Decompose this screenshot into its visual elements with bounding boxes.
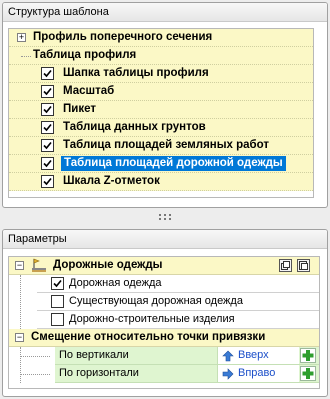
road-layers-icon: [31, 258, 47, 276]
checkbox-checked-icon[interactable]: [41, 103, 54, 116]
tree-item-label: Масштаб: [63, 85, 115, 97]
tree-line: [21, 56, 31, 57]
template-structure-title: Структура шаблона: [3, 3, 327, 22]
tree-line: [20, 275, 21, 329]
checkbox-checked-icon[interactable]: [41, 175, 54, 188]
tree-item-label: Шкала Z-отметок: [63, 175, 160, 187]
param-item-pavement[interactable]: Дорожная одежда: [37, 275, 319, 293]
param-item-label: Дорожно-строительные изделия: [69, 313, 235, 325]
right-arrow-icon: [222, 368, 234, 383]
tree-item-profile-section[interactable]: + Профиль поперечного сечения: [9, 29, 313, 47]
checkbox-checked-icon[interactable]: [41, 139, 54, 152]
tree-item-label: Профиль поперечного сечения: [33, 31, 213, 43]
group-pavements[interactable]: − Дорожные одежды: [9, 257, 319, 275]
parameters-title: Параметры: [3, 230, 327, 249]
group-offset[interactable]: − Смещение относительно точки привязки: [9, 329, 319, 347]
checkbox-unchecked-icon[interactable]: [51, 313, 64, 326]
add-plus-icon[interactable]: [300, 366, 316, 381]
tree-item-profile-table[interactable]: Таблица профиля: [9, 47, 313, 65]
up-arrow-icon: [222, 350, 234, 365]
tree-item-scale[interactable]: Масштаб: [9, 83, 313, 101]
expand-plus-icon[interactable]: +: [17, 33, 26, 42]
tree-item-picket[interactable]: Пикет: [9, 101, 313, 119]
vertical-value: Вверх: [238, 349, 269, 361]
param-row-vertical[interactable]: По вертикали Вверх: [55, 347, 319, 365]
parameters-tree: − Дорожные одежды Дорожная одежда Сущест…: [8, 256, 320, 389]
horizontal-value-field[interactable]: Вправо: [217, 365, 299, 382]
collapse-minus-icon[interactable]: −: [15, 333, 24, 342]
tree-line: [20, 374, 50, 375]
checkbox-checked-icon[interactable]: [51, 277, 64, 290]
param-row-horizontal[interactable]: По горизонтали Вправо: [55, 365, 319, 383]
template-structure-tree: + Профиль поперечного сечения Таблица пр…: [8, 28, 314, 198]
group-label: Смещение относительно точки привязки: [31, 331, 266, 343]
param-item-label: Существующая дорожная одежда: [69, 295, 243, 307]
checkbox-checked-icon[interactable]: [41, 121, 54, 134]
tree-item-label: Пикет: [63, 103, 96, 115]
tree-item-label: Таблица площадей земляных работ: [63, 139, 270, 151]
splitter-grip-icon[interactable]: [158, 213, 172, 221]
checkbox-unchecked-icon[interactable]: [51, 295, 64, 308]
checkbox-checked-icon[interactable]: [41, 85, 54, 98]
tree-item-pavement-table[interactable]: Таблица площадей дорожной одежды: [9, 155, 313, 173]
collapse-minus-icon[interactable]: −: [15, 261, 24, 270]
param-item-existing-pavement[interactable]: Существующая дорожная одежда: [37, 293, 319, 311]
tree-item-profile-header[interactable]: Шапка таблицы профиля: [9, 65, 313, 83]
group-label: Дорожные одежды: [53, 259, 163, 271]
tree-item-label: Таблица данных грунтов: [63, 121, 206, 133]
tree-item-label: Таблица площадей дорожной одежды: [61, 156, 286, 171]
tree-item-label: Шапка таблицы профиля: [63, 67, 209, 79]
param-item-road-products[interactable]: Дорожно-строительные изделия: [37, 311, 319, 329]
horizontal-value: Вправо: [238, 367, 276, 379]
copy-layout-icon[interactable]: [279, 259, 292, 272]
param-row-label: По горизонтали: [59, 367, 139, 379]
param-row-label: По вертикали: [59, 349, 129, 361]
tree-item-label: Таблица профиля: [33, 49, 137, 61]
tree-item-soil-table[interactable]: Таблица данных грунтов: [9, 119, 313, 137]
paste-layout-icon[interactable]: [297, 259, 310, 272]
param-item-label: Дорожная одежда: [69, 277, 162, 289]
tree-item-z-scale[interactable]: Шкала Z-отметок: [9, 173, 313, 191]
checkbox-checked-icon[interactable]: [41, 67, 54, 80]
checkbox-checked-icon[interactable]: [41, 157, 54, 170]
tree-item-earthworks-table[interactable]: Таблица площадей земляных работ: [9, 137, 313, 155]
tree-line: [20, 347, 21, 383]
add-plus-icon[interactable]: [300, 348, 316, 363]
tree-line: [20, 356, 50, 357]
vertical-value-field[interactable]: Вверх: [217, 347, 299, 364]
